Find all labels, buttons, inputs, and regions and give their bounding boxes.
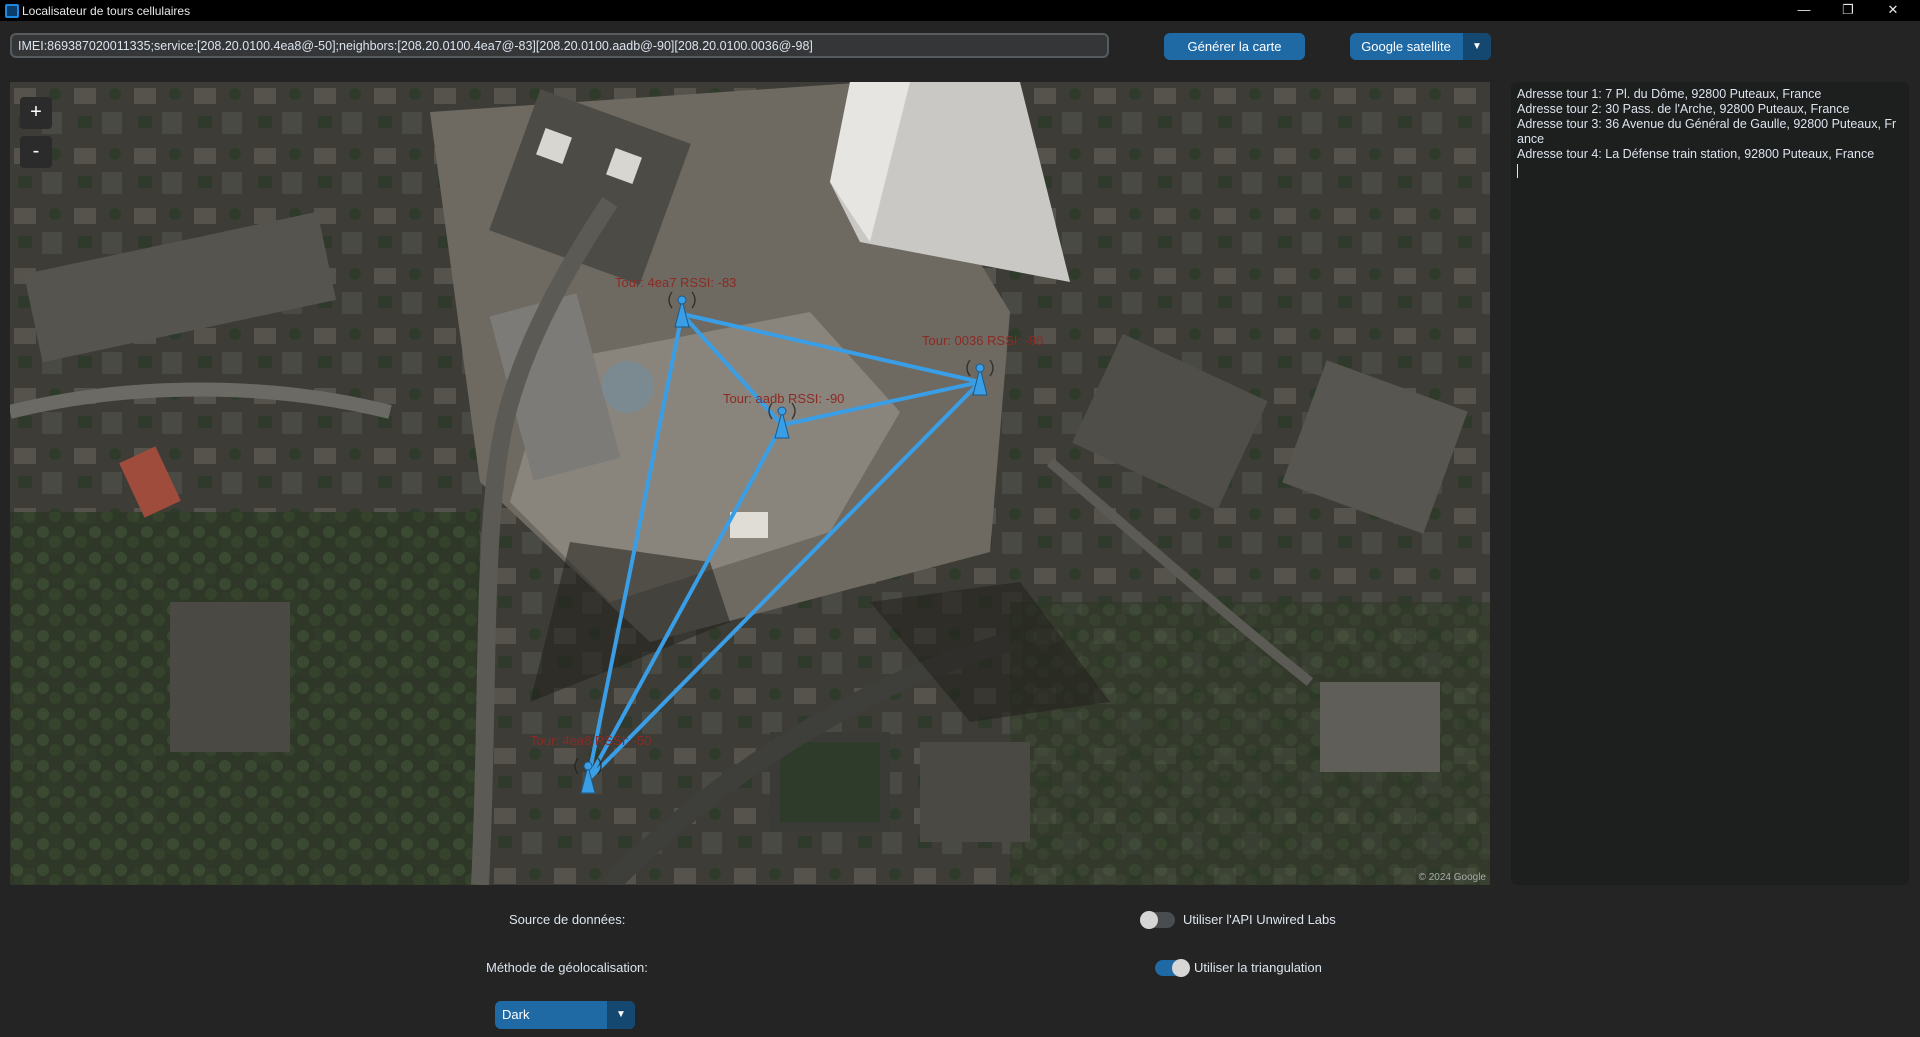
app-icon xyxy=(5,4,19,18)
map-attribution: © 2024 Google xyxy=(1418,872,1486,883)
chevron-down-icon[interactable]: ▼ xyxy=(1463,33,1491,60)
restore-button[interactable]: ❐ xyxy=(1828,0,1868,21)
triangulation-label: Utiliser la triangulation xyxy=(1194,960,1322,975)
map-type-select[interactable]: Google satellite ▼ xyxy=(1350,33,1491,60)
switch-knob xyxy=(1140,911,1158,929)
generate-map-button[interactable]: Générer la carte xyxy=(1164,33,1305,60)
zoom-out-button[interactable]: - xyxy=(20,136,52,168)
map-view[interactable]: + - Tour: 4ea7 RSSI: -83 Tour: 0036 RSSI… xyxy=(10,82,1490,885)
title-bar: Localisateur de tours cellulaires — ❐ ✕ xyxy=(0,0,1920,21)
chevron-down-icon[interactable]: ▼ xyxy=(607,1001,635,1029)
minimize-button[interactable]: — xyxy=(1784,0,1824,21)
tower-label: Tour: 4ea8 RSSI: -50 xyxy=(530,733,652,748)
tower-label: Tour: aadb RSSI: -90 xyxy=(723,391,845,406)
switch-knob xyxy=(1172,959,1190,977)
satellite-imagery xyxy=(10,82,1490,885)
unwired-api-label: Utiliser l'API Unwired Labs xyxy=(1183,912,1336,927)
geolocation-method-label: Méthode de géolocalisation: xyxy=(486,960,648,975)
window-title: Localisateur de tours cellulaires xyxy=(22,4,191,18)
address-line: Adresse tour 2: 30 Pass. de l'Arche, 928… xyxy=(1517,102,1850,116)
imei-input[interactable] xyxy=(10,33,1109,58)
tower-label: Tour: 0036 RSSI: -98 xyxy=(922,333,1044,348)
theme-value: Dark xyxy=(502,1007,530,1022)
address-line: Adresse tour 4: La Défense train station… xyxy=(1517,147,1875,161)
map-type-value: Google satellite xyxy=(1361,39,1451,54)
text-caret xyxy=(1517,164,1518,178)
close-button[interactable]: ✕ xyxy=(1873,0,1913,21)
address-textbox[interactable]: Adresse tour 1: 7 Pl. du Dôme, 92800 Put… xyxy=(1511,82,1909,885)
triangulation-switch[interactable] xyxy=(1155,959,1190,977)
theme-select[interactable]: Dark ▼ xyxy=(495,1001,635,1029)
data-source-label: Source de données: xyxy=(509,912,626,927)
address-line: Adresse tour 3: 36 Avenue du Général de … xyxy=(1517,117,1897,146)
zoom-in-button[interactable]: + xyxy=(20,97,52,129)
unwired-api-switch[interactable] xyxy=(1140,911,1175,929)
tower-label: Tour: 4ea7 RSSI: -83 xyxy=(615,275,737,290)
address-line: Adresse tour 1: 7 Pl. du Dôme, 92800 Put… xyxy=(1517,87,1822,101)
